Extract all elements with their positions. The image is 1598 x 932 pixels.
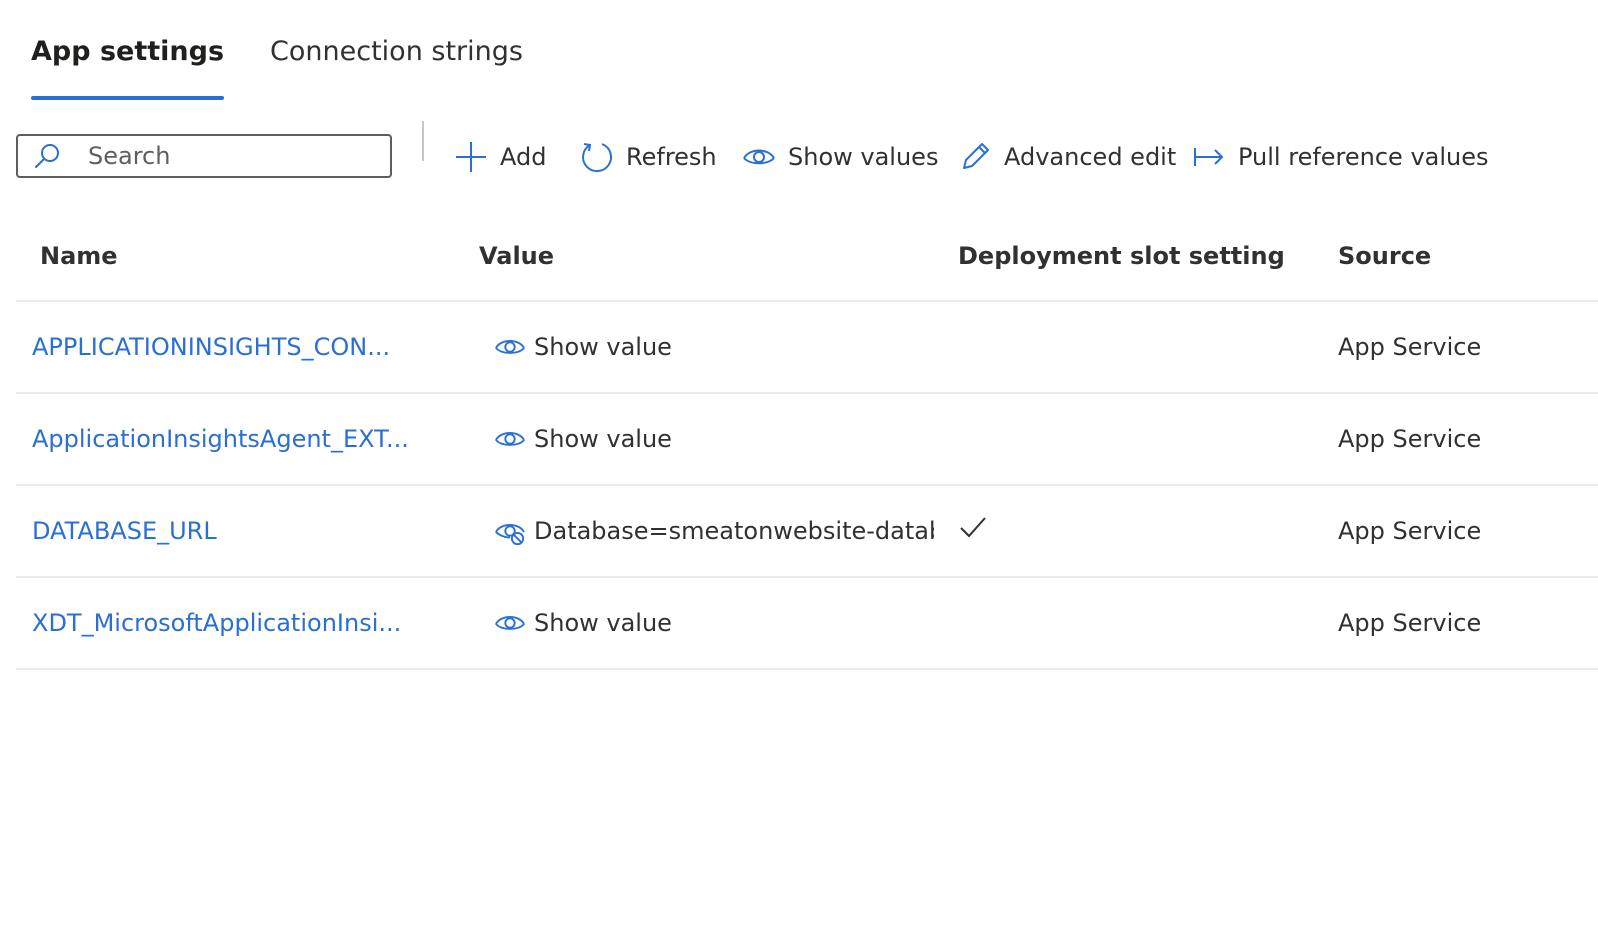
show-values-label: Show values [788,143,939,171]
tab-app-settings[interactable]: App settings [31,30,225,100]
setting-name-link[interactable]: ApplicationInsightsAgent_EXT... [32,394,409,484]
search-icon [35,144,59,168]
value-text: Database=smeatonwebsite-databas [534,517,934,545]
value-text: Show value [534,425,672,453]
show-value-button[interactable]: Show value [494,302,934,392]
search-input[interactable] [88,142,358,170]
table-row: XDT_MicrosoftApplicationInsi... Show val… [16,578,1598,670]
pencil-icon [963,143,989,169]
setting-name-link[interactable]: XDT_MicrosoftApplicationInsi... [32,578,401,668]
column-header-source[interactable]: Source [1338,242,1431,270]
column-header-value[interactable]: Value [479,242,554,270]
add-button[interactable]: Add [454,137,546,177]
value-text: Show value [534,609,672,637]
refresh-icon [582,143,612,173]
toolbar-divider [422,121,424,161]
source-text: App Service [1338,609,1482,637]
eye-icon [495,431,525,446]
value-text: Show value [534,333,672,361]
search-box[interactable] [16,134,392,178]
pull-reference-values-button[interactable]: Pull reference values [1192,137,1489,177]
advanced-edit-label: Advanced edit [1004,143,1177,171]
source-text: App Service [1338,425,1482,453]
app-settings-table: Name Value Deployment slot setting Sourc… [16,214,1598,670]
command-bar: Add Refresh Show values Advanced edit Pu… [16,121,1598,185]
setting-name-link[interactable]: DATABASE_URL [32,486,217,576]
eye-icon [495,339,525,354]
advanced-edit-button[interactable]: Advanced edit [958,137,1176,177]
pull-arrow-icon [1194,148,1224,166]
show-value-button[interactable]: Show value [494,394,934,484]
table-row: APPLICATIONINSIGHTS_CON... Show value Ap… [16,302,1598,394]
add-icon [456,142,486,172]
refresh-button[interactable]: Refresh [580,137,717,177]
table-header: Name Value Deployment slot setting Sourc… [16,214,1598,302]
eye-icon [495,615,525,630]
pull-reference-label: Pull reference values [1238,143,1489,171]
column-header-deployment-slot[interactable]: Deployment slot setting [958,242,1285,270]
add-label: Add [500,143,547,171]
refresh-label: Refresh [626,143,717,171]
show-value-button[interactable]: Show value [494,578,934,668]
hide-value-button[interactable]: Database=smeatonwebsite-databas [494,486,934,576]
eye-icon [743,149,775,165]
source-text: App Service [1338,333,1482,361]
source-text: App Service [1338,517,1482,545]
column-header-name[interactable]: Name [40,242,118,270]
table-row: DATABASE_URL Database=smeatonwebsite-dat… [16,486,1598,578]
show-values-button[interactable]: Show values [742,137,938,177]
eye-hide-icon [495,523,525,546]
deployment-slot-cell [958,486,988,576]
tab-connection-strings[interactable]: Connection strings [270,30,523,88]
setting-name-link[interactable]: APPLICATIONINSIGHTS_CON... [32,302,390,392]
table-row: ApplicationInsightsAgent_EXT... Show val… [16,394,1598,486]
tab-bar: App settings Connection strings [31,30,523,100]
checkmark-icon [960,517,986,538]
